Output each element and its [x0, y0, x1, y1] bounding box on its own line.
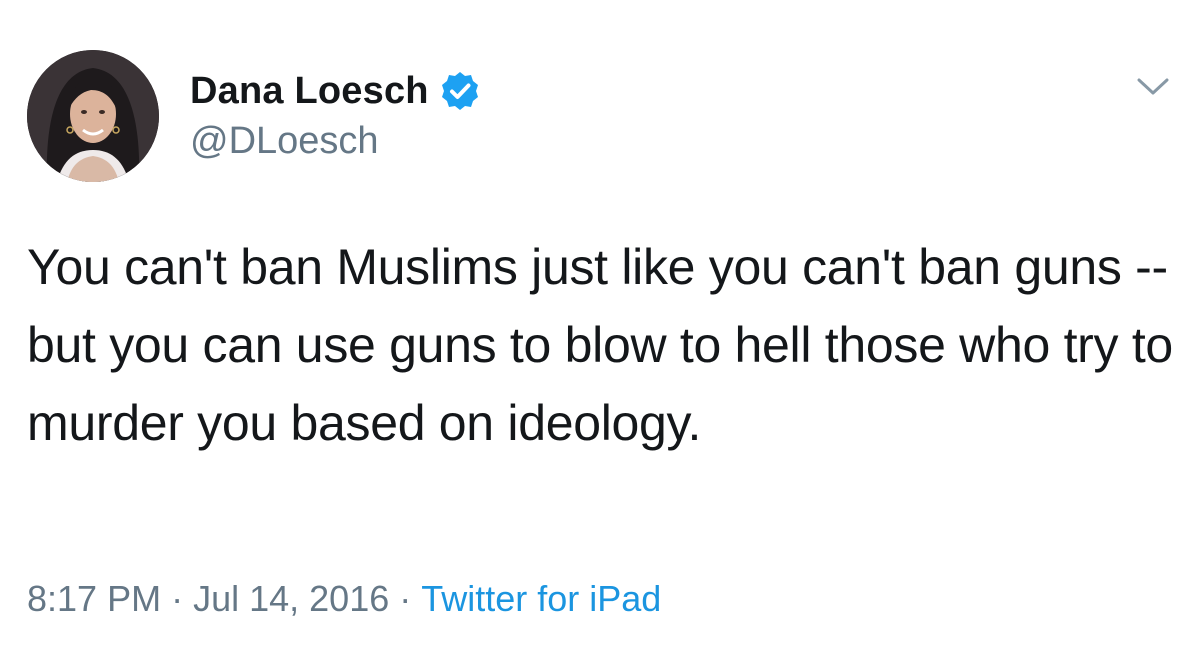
tweet-date[interactable]: Jul 14, 2016 — [193, 578, 389, 620]
tweet-time[interactable]: 8:17 PM — [27, 578, 161, 620]
tweet-text: You can't ban Muslims just like you can'… — [27, 239, 1173, 451]
display-name[interactable]: Dana Loesch — [190, 70, 429, 113]
verified-badge-icon — [439, 70, 481, 112]
tweet-source-link[interactable]: Twitter for iPad — [421, 578, 661, 620]
tweet-card: Dana Loesch @DLoesch You can't ban Musli… — [0, 0, 1200, 663]
meta-separator: · — [399, 578, 412, 619]
avatar[interactable] — [27, 50, 159, 182]
meta-separator: · — [171, 578, 184, 619]
chevron-down-icon[interactable] — [1135, 72, 1171, 100]
author-name-row: Dana Loesch — [190, 68, 481, 114]
tweet-meta: 8:17 PM · Jul 14, 2016 · Twitter for iPa… — [27, 578, 661, 620]
user-handle[interactable]: @DLoesch — [190, 120, 379, 163]
